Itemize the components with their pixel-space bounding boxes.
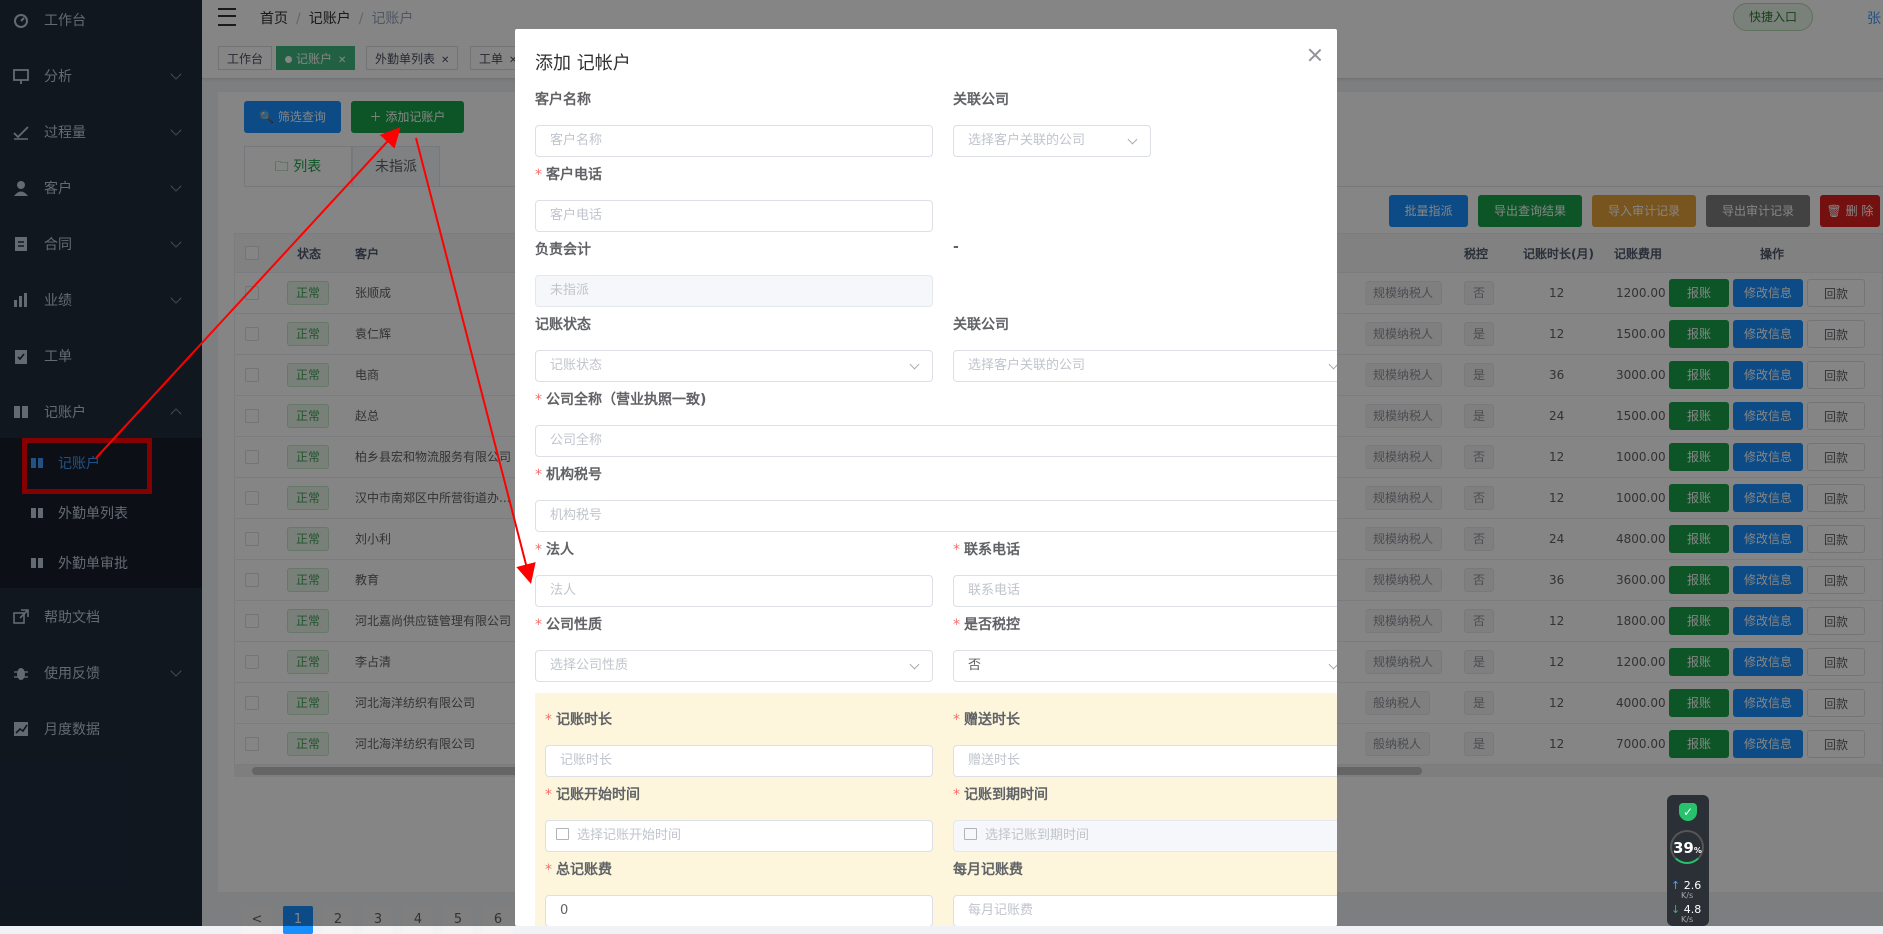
- tax-number-input[interactable]: 机构税号: [535, 500, 1337, 532]
- download-icon: ↓: [1671, 903, 1681, 916]
- label-tax-control: * 是否税控: [953, 617, 1020, 633]
- linked-company-select[interactable]: 选择客户关联的公司: [953, 125, 1151, 157]
- calendar-icon: [556, 828, 569, 840]
- label-duration: * 记账时长: [545, 712, 612, 728]
- label-company-nature: * 公司性质: [535, 617, 602, 633]
- chevron-down-icon: [909, 659, 920, 670]
- linked-company-select-2[interactable]: 选择客户关联的公司: [953, 350, 1337, 382]
- label-monthly-fee: 每月记账费: [953, 862, 1023, 878]
- label-dash: -: [953, 239, 959, 255]
- label-contact-phone: * 联系电话: [953, 542, 1020, 558]
- label-gift-duration: * 赠送时长: [953, 712, 1020, 728]
- customer-name-input[interactable]: 客户名称: [535, 125, 933, 157]
- billing-section: [535, 693, 1337, 926]
- chevron-down-icon: [1328, 659, 1337, 670]
- percent-unit: %: [1693, 846, 1702, 855]
- customer-phone-input[interactable]: 客户电话: [535, 200, 933, 232]
- label-customer-phone: * 客户电话: [535, 167, 602, 183]
- label-total-fee: * 总记账费: [545, 862, 612, 878]
- label-start-time: * 记账开始时间: [545, 787, 640, 803]
- dialog-title: 添加 记帐户: [535, 53, 631, 74]
- speed-unit: K/s: [1681, 891, 1694, 900]
- label-accountant: 负责会计: [535, 242, 591, 258]
- contact-phone-input[interactable]: 联系电话: [953, 575, 1337, 607]
- label-customer-name: 客户名称: [535, 92, 591, 108]
- total-fee-input[interactable]: 0: [545, 895, 933, 926]
- calendar-icon: [964, 828, 977, 840]
- close-icon[interactable]: [1307, 47, 1323, 63]
- shield-check-icon: ✓: [1679, 803, 1697, 821]
- chevron-down-icon: [1328, 359, 1337, 370]
- label-legal-person: * 法人: [535, 542, 574, 558]
- add-account-dialog: 添加 记帐户 客户名称 关联公司 客户名称 选择客户关联的公司 * 客户电话 客户…: [515, 29, 1337, 926]
- start-time-picker[interactable]: 选择记账开始时间: [545, 820, 933, 852]
- end-time-picker: 选择记账到期时间: [953, 820, 1337, 852]
- monthly-fee-input[interactable]: 每月记账费: [953, 895, 1337, 926]
- gift-duration-input[interactable]: 赠送时长: [953, 745, 1337, 777]
- account-status-select[interactable]: 记账状态: [535, 350, 933, 382]
- tax-control-select[interactable]: 否: [953, 650, 1337, 682]
- duration-input[interactable]: 记账时长: [545, 745, 933, 777]
- label-linked-company: 关联公司: [953, 92, 1009, 108]
- accountant-input: 未指派: [535, 275, 933, 307]
- speed-unit: K/s: [1681, 915, 1694, 924]
- label-linked-company-2: 关联公司: [953, 317, 1009, 333]
- label-account-status: 记账状态: [535, 317, 591, 333]
- network-monitor-widget: ✓ 39% ↑ 2.6 K/s ↓ 4.8 K/s: [1667, 795, 1709, 926]
- cpu-percent: 39: [1673, 839, 1694, 857]
- company-nature-select[interactable]: 选择公司性质: [535, 650, 933, 682]
- label-end-time: * 记账到期时间: [953, 787, 1048, 803]
- chevron-down-icon: [909, 359, 920, 370]
- company-full-name-input[interactable]: 公司全称: [535, 425, 1337, 457]
- label-tax-number: * 机构税号: [535, 467, 602, 483]
- chevron-down-icon: [1127, 134, 1138, 145]
- upload-icon: ↑: [1671, 879, 1681, 892]
- legal-person-input[interactable]: 法人: [535, 575, 933, 607]
- label-company-full-name: * 公司全称（营业执照一致): [535, 392, 707, 408]
